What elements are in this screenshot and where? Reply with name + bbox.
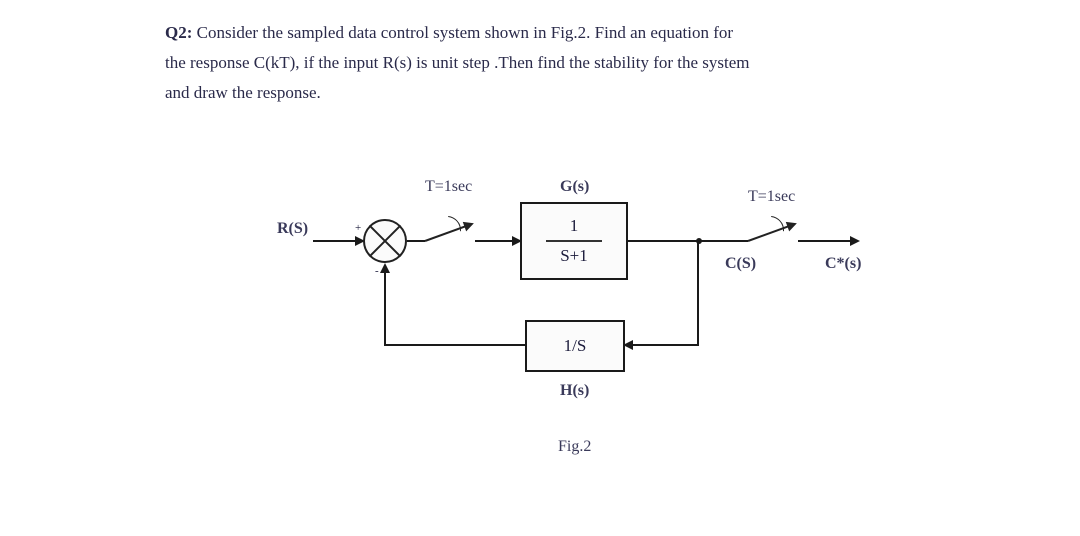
sampler1-arc — [427, 210, 466, 249]
h-content: 1/S — [564, 336, 587, 356]
question-line2: the response C(kT), if the input R(s) is… — [165, 53, 750, 72]
g-block: 1 S+1 — [520, 202, 628, 280]
feedback-from-h — [384, 344, 525, 346]
output-label: C(S) — [725, 255, 756, 273]
minus-sign: - — [375, 265, 379, 277]
line-to-output — [798, 240, 858, 242]
g-numerator: 1 — [570, 216, 579, 240]
line-sum-to-sampler1 — [407, 240, 425, 242]
g-fraction-line — [546, 240, 602, 242]
g-denominator: S+1 — [560, 246, 588, 266]
input-label: R(S) — [277, 220, 308, 238]
sampler2-arc — [750, 210, 789, 249]
plus-sign: + — [355, 222, 361, 234]
question-text: Q2: Consider the sampled data control sy… — [165, 18, 880, 107]
line-sampler1-to-g — [475, 240, 520, 242]
figure-caption: Fig.2 — [558, 438, 591, 456]
sampler1-label: T=1sec — [425, 178, 472, 196]
question-line3: and draw the response. — [165, 83, 321, 102]
feedback-down — [697, 240, 699, 346]
sampler2-label: T=1sec — [748, 188, 795, 206]
line-input — [313, 240, 363, 242]
line-g-to-c — [628, 240, 748, 242]
block-diagram: R(S) + - T=1sec G(s) 1 S+1 T=1sec C(S) C… — [165, 160, 915, 510]
h-block: 1/S — [525, 320, 625, 372]
summing-junction — [363, 219, 407, 263]
question-label: Q2: — [165, 23, 192, 42]
g-label: G(s) — [560, 178, 589, 196]
h-label: H(s) — [560, 382, 589, 400]
output-star-label: C*(s) — [825, 255, 861, 273]
feedback-to-h — [625, 344, 699, 346]
question-line1: Consider the sampled data control system… — [197, 23, 733, 42]
feedback-up — [384, 265, 386, 346]
